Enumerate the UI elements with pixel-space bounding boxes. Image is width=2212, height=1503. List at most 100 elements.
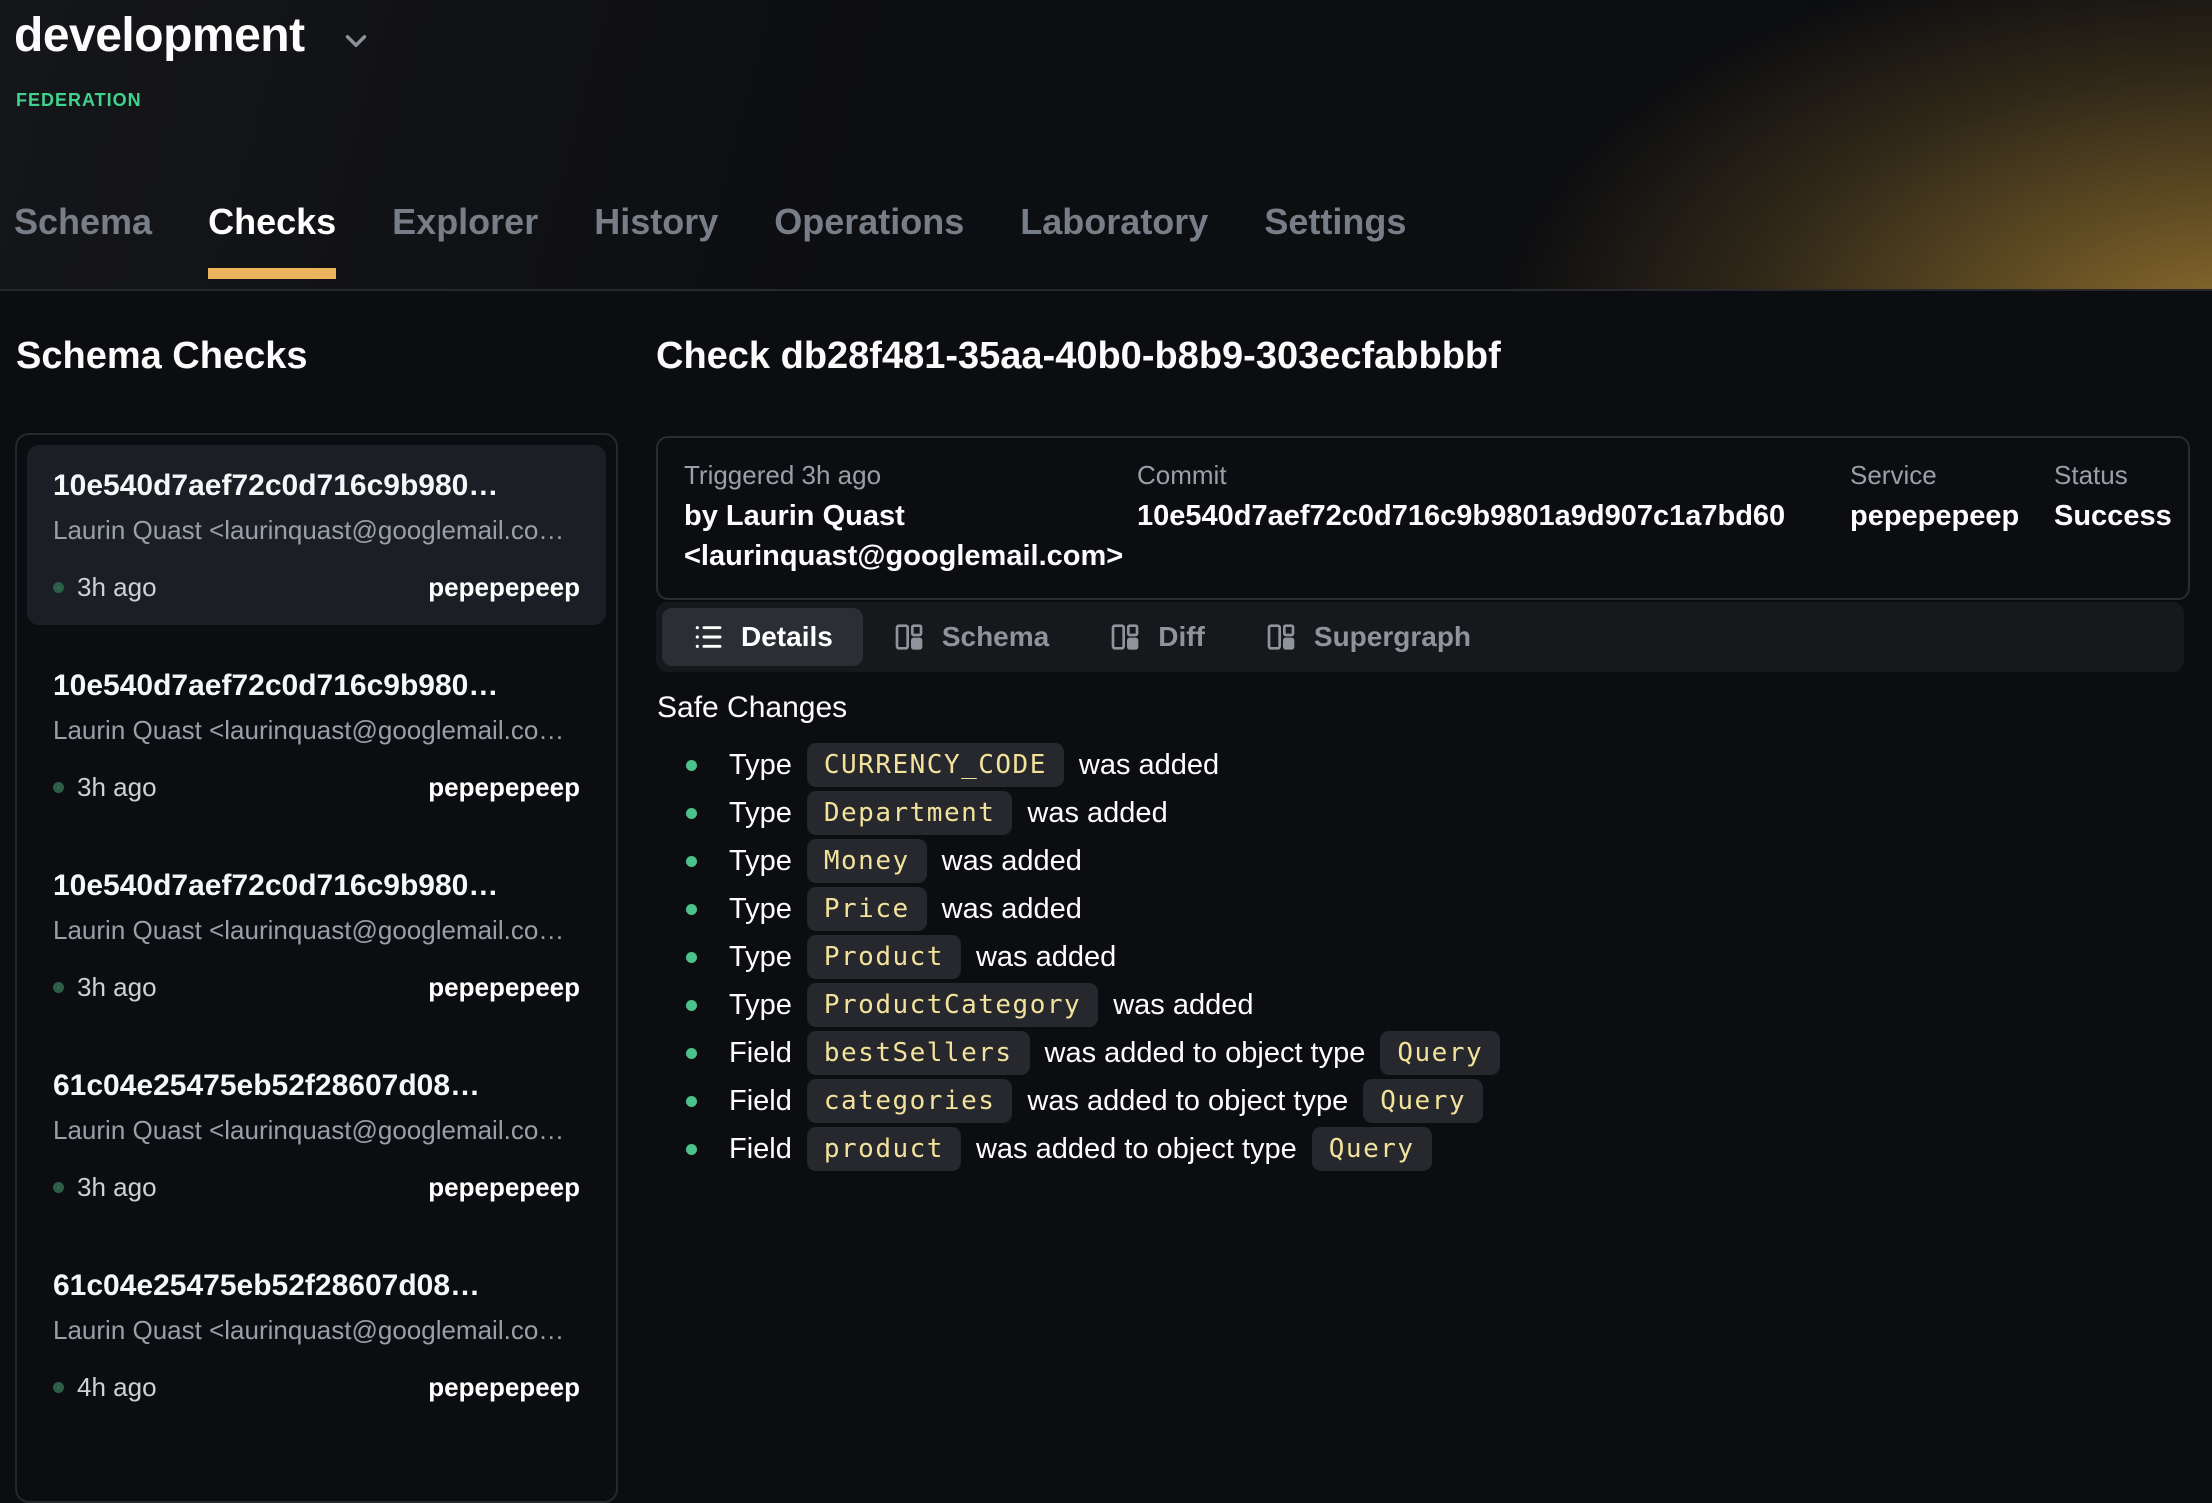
tab-label: Schema <box>14 201 152 242</box>
change-code: categories <box>807 1079 1013 1123</box>
tab-settings[interactable]: Settings <box>1264 200 1406 279</box>
tab-label: Settings <box>1264 201 1406 242</box>
tab-explorer[interactable]: Explorer <box>392 200 538 279</box>
change-kind: Field <box>729 1037 792 1070</box>
tab-laboratory[interactable]: Laboratory <box>1020 200 1208 279</box>
change-row: Type CURRENCY_CODE was added <box>656 741 2190 789</box>
tab-label: Operations <box>774 201 964 242</box>
change-code: CURRENCY_CODE <box>807 743 1064 787</box>
list-icon <box>692 621 724 653</box>
check-time: 3h ago <box>77 1172 157 1203</box>
change-text: was added <box>1027 797 1167 830</box>
change-row: Type Department was added <box>656 789 2190 837</box>
bullet-icon <box>686 952 697 963</box>
change-parent-code: Query <box>1363 1079 1483 1123</box>
status-dot-icon <box>53 982 64 993</box>
check-time: 4h ago <box>77 1372 157 1403</box>
check-id: 10e540d7aef72c0d716c9b980… <box>53 669 580 703</box>
subtab-label: Diff <box>1158 621 1205 653</box>
change-row: Type Price was added <box>656 885 2190 933</box>
sidebar-title: Schema Checks <box>16 335 308 378</box>
change-row: Type Product was added <box>656 933 2190 981</box>
status-dot-icon <box>53 1182 64 1193</box>
change-text: was added <box>942 893 1082 926</box>
check-service: pepepepeep <box>428 572 580 603</box>
triggered-label: Triggered 3h ago <box>684 460 1137 491</box>
change-code: bestSellers <box>807 1031 1030 1075</box>
check-meta: 3h ago pepepepeep <box>53 772 580 803</box>
meta-triggered: Triggered 3h ago by Laurin Quast <laurin… <box>684 460 1137 576</box>
check-id: 10e540d7aef72c0d716c9b980… <box>53 469 580 503</box>
check-author: Laurin Quast <laurinquast@googlemail.co… <box>53 515 580 546</box>
tab-history[interactable]: History <box>594 200 718 279</box>
status-dot-icon <box>53 1382 64 1393</box>
triggered-by: by Laurin Quast <box>684 496 1137 536</box>
change-text: was added to object type <box>976 1133 1297 1166</box>
subtab-label: Supergraph <box>1314 621 1471 653</box>
change-kind: Type <box>729 941 792 974</box>
check-id: 61c04e25475eb52f28607d08… <box>53 1069 580 1103</box>
check-time: 3h ago <box>77 972 157 1003</box>
check-service: pepepepeep <box>428 772 580 803</box>
app-root: development FEDERATION Schema Checks Exp… <box>0 0 2212 1472</box>
tab-label: Checks <box>208 201 336 242</box>
change-code: Price <box>807 887 927 931</box>
change-parent-code: Query <box>1380 1031 1500 1075</box>
change-row: Field product was added to object type Q… <box>656 1125 2190 1173</box>
check-list-item[interactable]: 10e540d7aef72c0d716c9b980… Laurin Quast … <box>27 445 606 625</box>
panels-icon <box>1265 621 1297 653</box>
bullet-icon <box>686 1000 697 1011</box>
changes-list: Type CURRENCY_CODE was added Type Depart… <box>656 741 2190 1173</box>
tab-checks[interactable]: Checks <box>208 200 336 279</box>
change-code: Product <box>807 935 961 979</box>
change-text: was added to object type <box>1045 1037 1366 1070</box>
check-list-item[interactable]: 10e540d7aef72c0d716c9b980… Laurin Quast … <box>27 845 606 1025</box>
triggered-email: <laurinquast@googlemail.com> <box>684 536 1137 576</box>
check-service: pepepepeep <box>428 1372 580 1403</box>
subtab-details[interactable]: Details <box>662 608 863 666</box>
change-kind: Type <box>729 749 792 782</box>
page-title: Check db28f481-35aa-40b0-b8b9-303ecfabbb… <box>656 335 1501 378</box>
commit-hash: 10e540d7aef72c0d716c9b9801a9d907c1a7bd60 <box>1137 496 1850 536</box>
bullet-icon <box>686 760 697 771</box>
content: Schema Checks 10e540d7aef72c0d716c9b980…… <box>0 291 2212 1472</box>
status-value: Success <box>2054 496 2172 536</box>
chevron-down-icon <box>339 24 373 58</box>
bullet-icon <box>686 1144 697 1155</box>
check-service: pepepepeep <box>428 972 580 1003</box>
check-meta: 3h ago pepepepeep <box>53 1172 580 1203</box>
check-meta-box: Triggered 3h ago by Laurin Quast <laurin… <box>656 436 2190 600</box>
checks-list: 10e540d7aef72c0d716c9b980… Laurin Quast … <box>15 433 618 1503</box>
change-text: was added <box>1113 989 1253 1022</box>
meta-status: Status Success <box>2054 460 2172 576</box>
status-label: Status <box>2054 460 2172 491</box>
change-row: Type ProductCategory was added <box>656 981 2190 1029</box>
check-meta: 3h ago pepepepeep <box>53 972 580 1003</box>
check-list-item[interactable]: 10e540d7aef72c0d716c9b980… Laurin Quast … <box>27 645 606 825</box>
tab-operations[interactable]: Operations <box>774 200 964 279</box>
check-author: Laurin Quast <laurinquast@googlemail.co… <box>53 915 580 946</box>
bullet-icon <box>686 856 697 867</box>
status-dot-icon <box>53 582 64 593</box>
org-switcher[interactable]: development <box>14 8 373 63</box>
change-text: was added <box>1079 749 1219 782</box>
change-kind: Type <box>729 845 792 878</box>
change-parent-code: Query <box>1312 1127 1432 1171</box>
header: development FEDERATION Schema Checks Exp… <box>0 0 2212 291</box>
check-subtabs: Details Schema Diff Supergrap <box>656 602 2184 672</box>
check-list-item[interactable]: 61c04e25475eb52f28607d08… Laurin Quast <… <box>27 1245 606 1425</box>
check-list-item[interactable]: 61c04e25475eb52f28607d08… Laurin Quast <… <box>27 1045 606 1225</box>
change-row: Field categories was added to object typ… <box>656 1077 2190 1125</box>
check-author: Laurin Quast <laurinquast@googlemail.co… <box>53 715 580 746</box>
change-text: was added to object type <box>1027 1085 1348 1118</box>
check-service: pepepepeep <box>428 1172 580 1203</box>
change-kind: Type <box>729 989 792 1022</box>
subtab-supergraph[interactable]: Supergraph <box>1235 608 1501 666</box>
bullet-icon <box>686 904 697 915</box>
change-kind: Type <box>729 797 792 830</box>
subtab-diff[interactable]: Diff <box>1079 608 1235 666</box>
change-kind: Field <box>729 1085 792 1118</box>
subtab-schema[interactable]: Schema <box>863 608 1079 666</box>
tab-schema[interactable]: Schema <box>14 200 152 279</box>
change-row: Field bestSellers was added to object ty… <box>656 1029 2190 1077</box>
